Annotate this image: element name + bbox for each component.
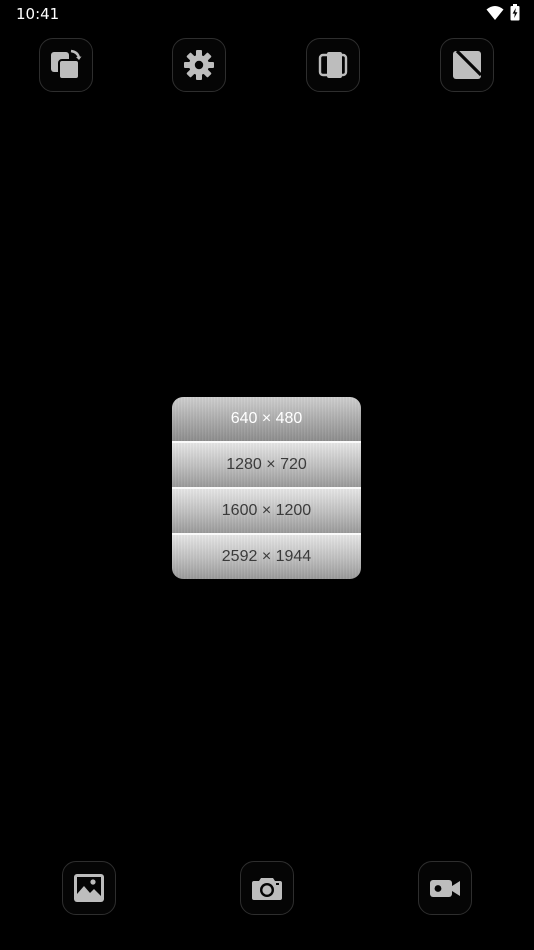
switch-camera-icon — [315, 47, 351, 83]
resolution-option-640x480[interactable]: 640 × 480 — [172, 397, 361, 443]
gallery-icon — [71, 870, 107, 906]
wifi-icon — [486, 5, 504, 25]
settings-button[interactable] — [172, 38, 226, 92]
battery-charging-icon — [510, 4, 520, 25]
camera-icon — [249, 870, 285, 906]
video-camera-icon — [427, 870, 463, 906]
capture-photo-button[interactable] — [240, 861, 294, 915]
gallery-button[interactable] — [62, 861, 116, 915]
status-icons — [486, 4, 520, 25]
resolution-menu: 640 × 480 1280 × 720 1600 × 1200 2592 × … — [172, 397, 361, 579]
record-video-button[interactable] — [418, 861, 472, 915]
status-time: 10:41 — [16, 5, 60, 23]
rotate-images-button[interactable] — [39, 38, 93, 92]
flip-button[interactable] — [440, 38, 494, 92]
resolution-option-2592x1944[interactable]: 2592 × 1944 — [172, 535, 361, 579]
resolution-option-1280x720[interactable]: 1280 × 720 — [172, 443, 361, 489]
rotate-images-icon — [48, 47, 84, 83]
flip-icon — [449, 47, 485, 83]
status-bar: 10:41 — [0, 0, 534, 28]
gear-icon — [181, 47, 217, 83]
switch-camera-button[interactable] — [306, 38, 360, 92]
bottom-bar — [0, 860, 534, 918]
top-toolbar — [0, 38, 534, 94]
resolution-option-1600x1200[interactable]: 1600 × 1200 — [172, 489, 361, 535]
